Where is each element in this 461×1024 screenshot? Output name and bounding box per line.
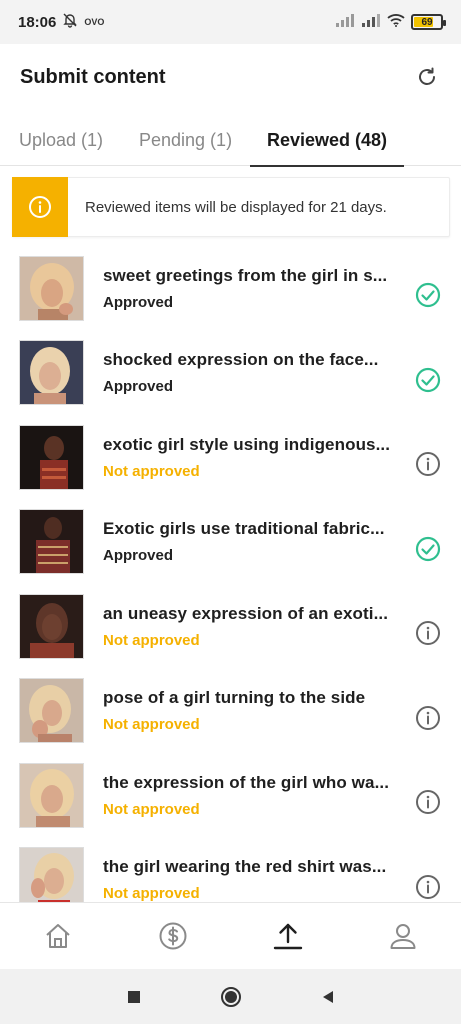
tab-pending[interactable]: Pending (1) (139, 114, 232, 166)
list-item[interactable]: the girl wearing the red shirt was... No… (0, 838, 461, 902)
battery-icon: 69 (411, 14, 446, 30)
nav-earnings[interactable] (115, 903, 230, 969)
item-status: Not approved (103, 631, 200, 649)
rejected-info-icon[interactable] (415, 705, 441, 731)
item-thumbnail (19, 424, 84, 490)
nav-upload[interactable] (231, 903, 346, 969)
item-thumbnail (19, 340, 84, 406)
upload-icon (273, 923, 303, 950)
home-circle-icon (220, 986, 241, 1007)
refresh-icon (419, 67, 435, 85)
item-title: pose of a girl turning to the side (103, 688, 366, 708)
list-item[interactable]: exotic girl style using indigenous... No… (0, 415, 461, 500)
operator-logo: OVO (84, 17, 105, 27)
recents-button[interactable] (126, 989, 142, 1005)
info-icon (29, 196, 51, 218)
recents-icon (127, 990, 140, 1003)
system-home-button[interactable] (220, 986, 242, 1008)
item-title: an uneasy expression of an exoti... (103, 603, 389, 623)
list-item[interactable]: shocked expression on the face... Approv… (0, 331, 461, 416)
tab-bar: Upload (1) Pending (1) Reviewed (48) (0, 114, 461, 167)
approved-check-icon (415, 367, 441, 393)
item-status: Approved (103, 378, 174, 396)
item-title: sweet greetings from the girl in s... (103, 265, 388, 285)
bottom-nav (0, 902, 461, 969)
wifi-icon (387, 13, 405, 32)
list-item[interactable]: Exotic girls use traditional fabric... A… (0, 500, 461, 585)
list-item[interactable]: an uneasy expression of an exoti... Not … (0, 584, 461, 669)
system-nav-bar (0, 969, 461, 1024)
item-title: Exotic girls use traditional fabric... (103, 519, 385, 539)
item-title: the girl wearing the red shirt was... (103, 857, 387, 877)
item-status: Approved (103, 547, 174, 565)
signal-icon-2 (361, 13, 381, 32)
nav-home[interactable] (0, 903, 115, 969)
info-banner: Reviewed items will be displayed for 21 … (12, 177, 450, 237)
refresh-button[interactable] (413, 63, 441, 91)
reviewed-list: sweet greetings from the girl in s... Ap… (0, 246, 461, 902)
rejected-info-icon[interactable] (415, 620, 441, 646)
item-status: Not approved (103, 885, 200, 902)
item-thumbnail (19, 509, 84, 575)
item-title: exotic girl style using indigenous... (103, 434, 391, 454)
home-icon (45, 924, 70, 948)
list-item[interactable]: pose of a girl turning to the side Not a… (0, 669, 461, 754)
list-item[interactable]: sweet greetings from the girl in s... Ap… (0, 246, 461, 331)
back-button[interactable] (320, 989, 336, 1005)
back-icon (322, 990, 333, 1003)
dollar-icon (159, 922, 187, 950)
nav-profile[interactable] (346, 903, 461, 969)
status-time: 18:06 (18, 13, 57, 31)
bell-muted-icon (62, 12, 78, 33)
signal-icon (335, 13, 355, 32)
item-thumbnail (19, 255, 84, 321)
status-bar: 18:06 OVO 69 (0, 0, 461, 44)
item-title: the expression of the girl who wa... (103, 772, 390, 792)
item-thumbnail (19, 593, 84, 659)
item-thumbnail (19, 847, 84, 902)
item-status: Not approved (103, 716, 200, 734)
tab-reviewed[interactable]: Reviewed (48) (250, 114, 404, 167)
battery-level: 69 (421, 16, 433, 28)
item-title: shocked expression on the face... (103, 350, 379, 370)
item-status: Not approved (103, 800, 200, 818)
info-badge (12, 177, 68, 237)
app-header: Submit content (0, 44, 461, 110)
item-status: Not approved (103, 462, 200, 480)
rejected-info-icon[interactable] (415, 451, 441, 477)
profile-icon (390, 924, 416, 949)
item-thumbnail (19, 762, 84, 828)
list-item[interactable]: the expression of the girl who wa... Not… (0, 753, 461, 838)
approved-check-icon (415, 536, 441, 562)
tab-upload[interactable]: Upload (1) (19, 114, 103, 166)
page-title: Submit content (20, 65, 166, 88)
banner-text: Reviewed items will be displayed for 21 … (85, 198, 387, 216)
approved-check-icon (415, 282, 441, 308)
item-thumbnail (19, 678, 84, 744)
rejected-info-icon[interactable] (415, 874, 441, 900)
rejected-info-icon[interactable] (415, 789, 441, 815)
item-status: Approved (103, 293, 174, 311)
